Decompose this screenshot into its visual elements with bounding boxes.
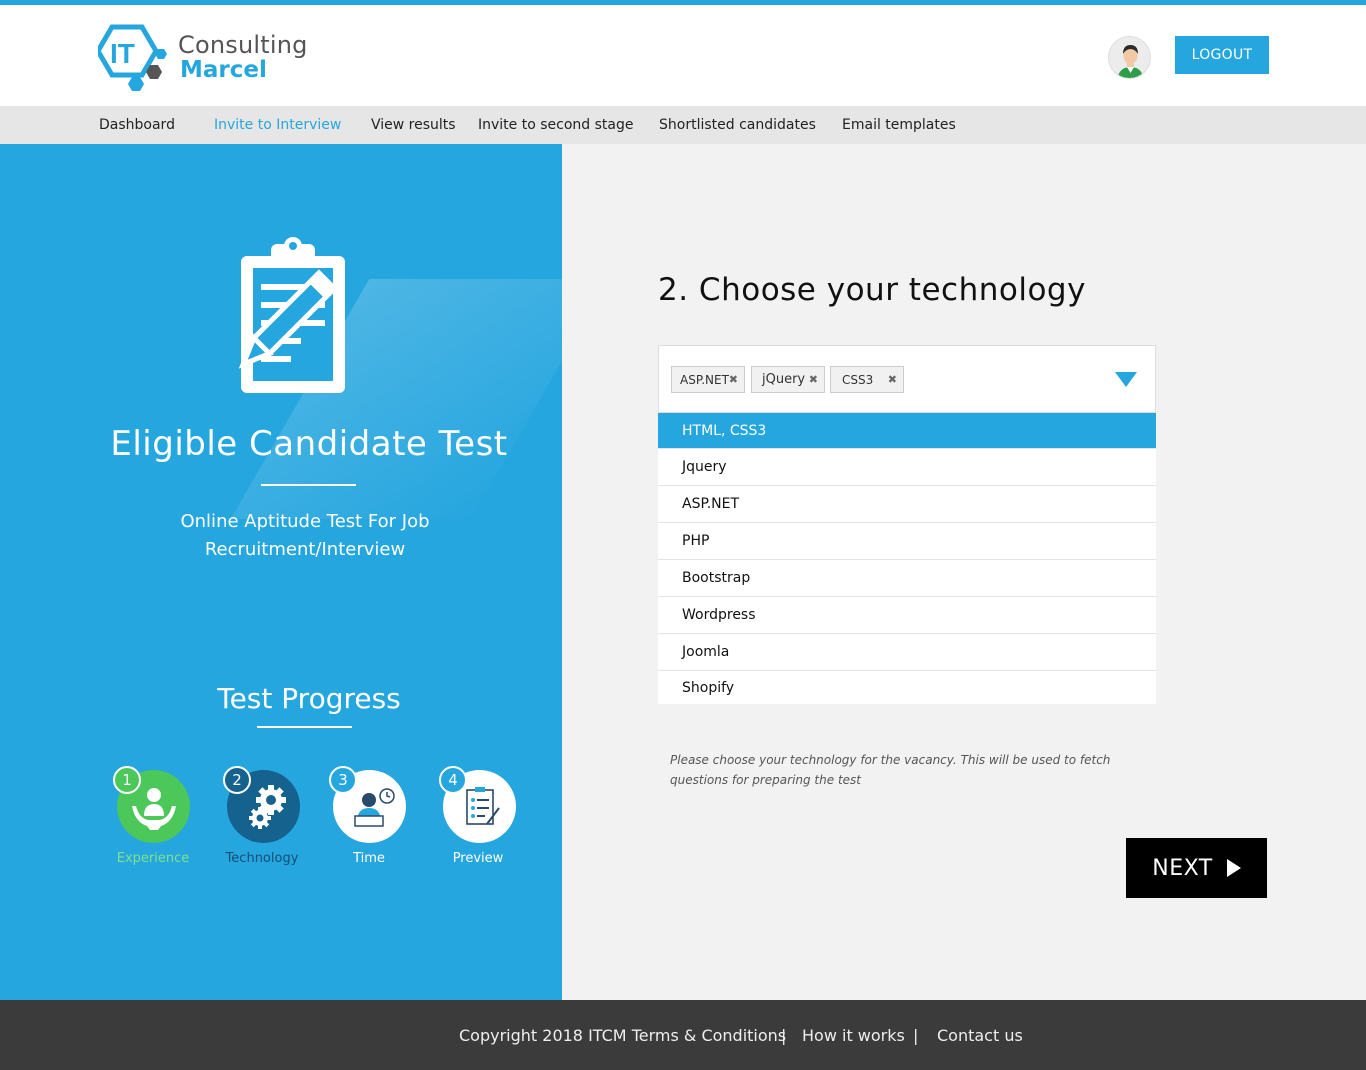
option-item[interactable]: HTML, CSS3 bbox=[658, 413, 1156, 449]
main-nav: Dashboard Invite to Interview View resul… bbox=[0, 106, 1366, 144]
footer-separator: | bbox=[781, 1026, 787, 1045]
nav-item-view-results[interactable]: View results bbox=[371, 117, 456, 133]
option-item[interactable]: Shopify bbox=[658, 671, 1156, 704]
footer-contact-us[interactable]: Contact us bbox=[937, 1026, 1023, 1045]
avatar-icon bbox=[1109, 37, 1150, 78]
selected-tag[interactable]: jQuery ✖ bbox=[751, 366, 825, 393]
footer-how-it-works[interactable]: How it works bbox=[802, 1026, 905, 1045]
user-avatar[interactable] bbox=[1108, 36, 1151, 79]
logo-mark-text: IT bbox=[110, 38, 135, 69]
technology-options-list: HTML, CSS3 Jquery ASP.NET PHP Bootstrap … bbox=[658, 413, 1156, 704]
step-number-2: 2 bbox=[223, 766, 251, 794]
progress-step-experience[interactable]: 1 bbox=[113, 766, 190, 843]
tag-remove-icon[interactable]: ✖ bbox=[809, 373, 818, 386]
next-button[interactable]: NEXT bbox=[1126, 838, 1267, 898]
step-number-4: 4 bbox=[439, 766, 467, 794]
option-item[interactable]: Jquery bbox=[658, 449, 1156, 486]
nav-item-invite-to-interview[interactable]: Invite to Interview bbox=[214, 117, 341, 133]
nav-item-email-templates[interactable]: Email templates bbox=[842, 117, 956, 133]
hero-subtitle: Online Aptitude Test For Job Recruitment… bbox=[180, 511, 430, 560]
technology-multiselect[interactable]: ASP.NET ✖ jQuery ✖ CSS3 ✖ bbox=[658, 345, 1156, 413]
nav-item-dashboard[interactable]: Dashboard bbox=[99, 117, 175, 133]
step-label-time: Time bbox=[353, 851, 385, 866]
progress-step-technology[interactable]: 2 bbox=[223, 766, 300, 843]
selected-tag[interactable]: ASP.NET ✖ bbox=[671, 366, 745, 393]
section-title: 2. Choose your technology bbox=[658, 272, 1086, 308]
progress-step-time[interactable]: 3 bbox=[329, 766, 406, 843]
hero-title: Eligible Candidate Test bbox=[110, 424, 508, 464]
option-item[interactable]: PHP bbox=[658, 523, 1156, 560]
tag-label: CSS3 bbox=[842, 372, 874, 387]
technology-hint: Please choose your technology for the va… bbox=[670, 753, 1111, 787]
step-label-preview: Preview bbox=[452, 851, 504, 866]
logo-text-marcel: Marcel bbox=[180, 57, 267, 83]
logo-text-consulting: Consulting bbox=[178, 31, 308, 59]
footer-separator: | bbox=[913, 1026, 919, 1045]
option-item[interactable]: Joomla bbox=[658, 634, 1156, 671]
play-arrow-icon bbox=[1226, 859, 1241, 877]
step-number-3: 3 bbox=[329, 766, 357, 794]
test-info-panel: Eligible Candidate Test Online Aptitude … bbox=[0, 144, 562, 1000]
tag-remove-icon[interactable]: ✖ bbox=[888, 373, 897, 386]
option-item[interactable]: Bootstrap bbox=[658, 560, 1156, 597]
progress-step-preview[interactable]: 4 bbox=[439, 766, 516, 843]
tag-label: ASP.NET bbox=[680, 372, 729, 387]
option-item[interactable]: Wordpress bbox=[658, 597, 1156, 634]
logo-mark-icon: IT bbox=[98, 24, 167, 91]
logout-button[interactable]: LOGOUT bbox=[1175, 36, 1269, 74]
technology-step-panel: 2. Choose your technology ASP.NET ✖ jQue… bbox=[562, 144, 1366, 1000]
tag-label: jQuery bbox=[762, 372, 806, 387]
tag-remove-icon[interactable]: ✖ bbox=[729, 373, 738, 386]
header: IT Consulting Marcel LOGOUT bbox=[0, 5, 1366, 106]
nav-item-invite-to-second-stage[interactable]: Invite to second stage bbox=[478, 117, 633, 133]
hero-divider bbox=[261, 484, 356, 486]
footer: Copyright 2018 ITCM Terms & Conditions |… bbox=[0, 1000, 1366, 1070]
step-label-technology: Technology bbox=[225, 851, 299, 866]
progress-divider bbox=[257, 726, 352, 728]
dropdown-arrow-icon[interactable] bbox=[1115, 372, 1137, 387]
progress-title: Test Progress bbox=[217, 682, 401, 715]
step-label-experience: Experience bbox=[116, 851, 190, 866]
clipboard-pencil-icon bbox=[238, 237, 345, 393]
logo[interactable]: IT Consulting Marcel bbox=[98, 21, 308, 93]
footer-copyright-terms[interactable]: Copyright 2018 ITCM Terms & Conditions bbox=[459, 1026, 786, 1045]
selected-tag[interactable]: CSS3 ✖ bbox=[830, 366, 904, 393]
nav-item-shortlisted-candidates[interactable]: Shortlisted candidates bbox=[659, 117, 816, 133]
step-number-1: 1 bbox=[113, 766, 141, 794]
option-item[interactable]: ASP.NET bbox=[658, 486, 1156, 523]
next-label: NEXT bbox=[1152, 855, 1213, 881]
